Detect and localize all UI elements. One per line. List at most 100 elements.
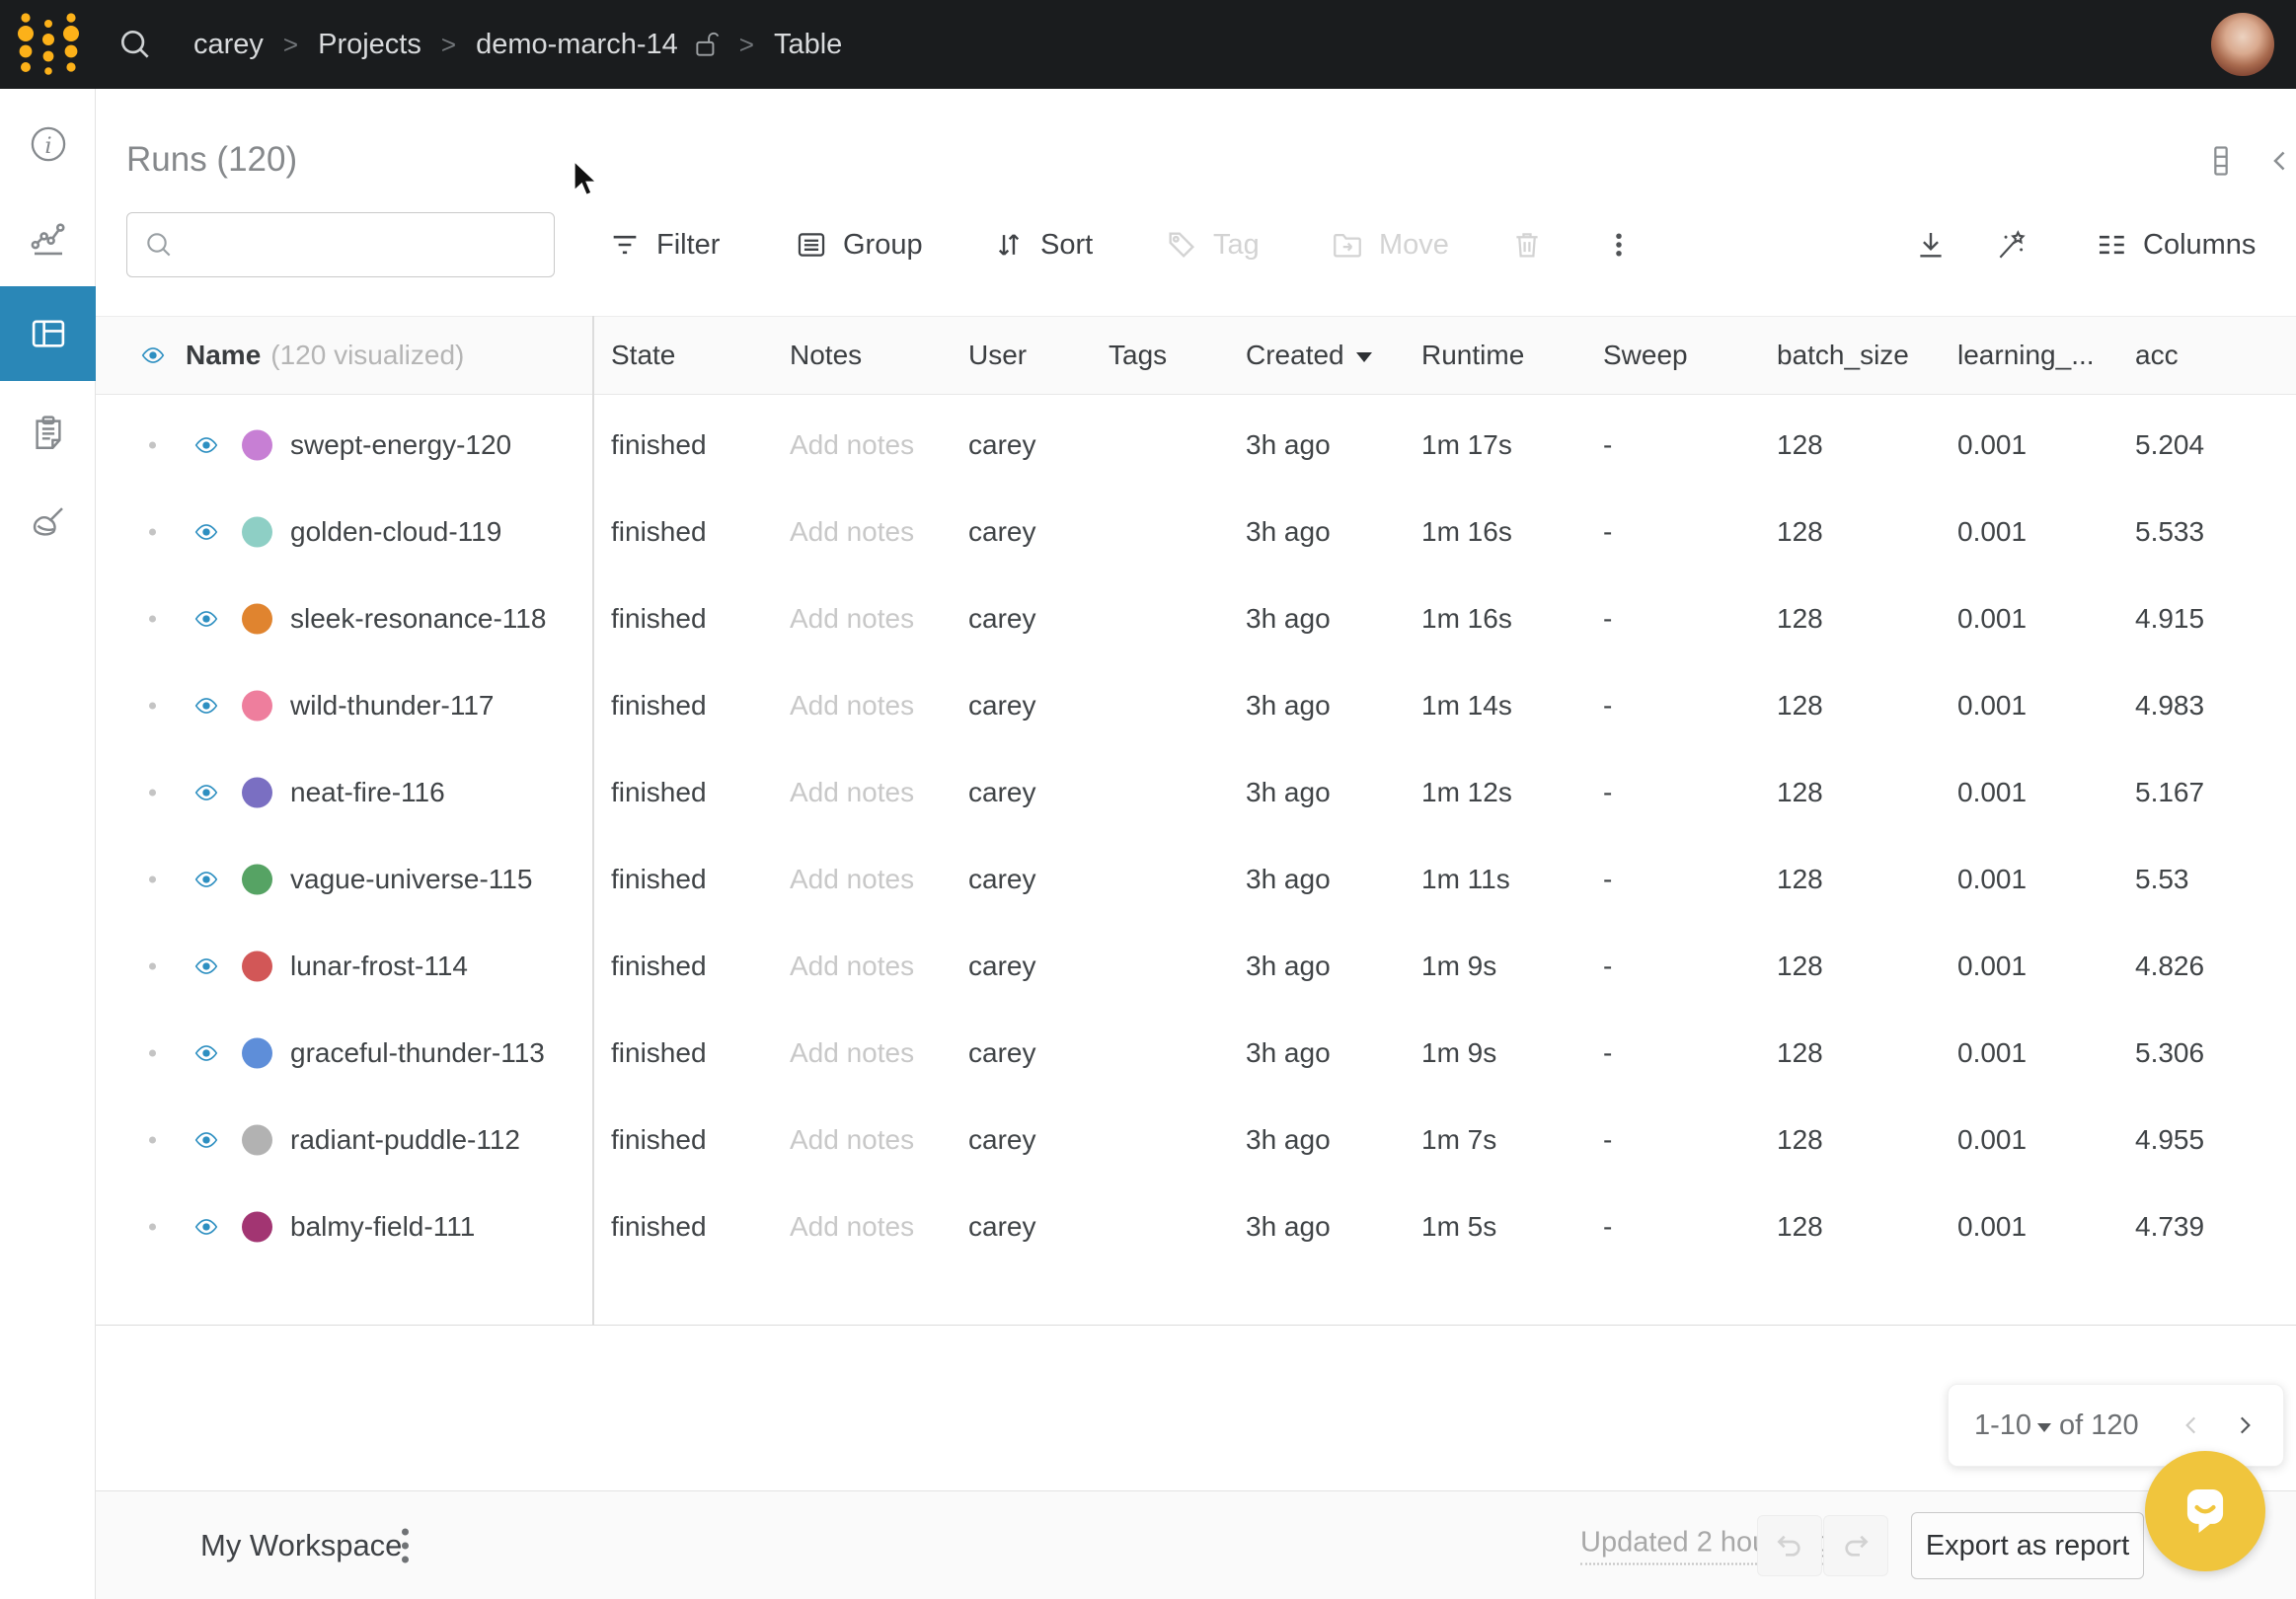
- breadcrumb-project-name[interactable]: demo-march-14: [476, 29, 678, 61]
- column-header-runtime[interactable]: Runtime: [1421, 340, 1524, 371]
- more-actions-button[interactable]: [1604, 228, 1634, 262]
- breadcrumb-page[interactable]: Table: [774, 29, 842, 61]
- row-drag-handle[interactable]: [149, 616, 156, 623]
- run-name-link[interactable]: radiant-puddle-112: [290, 1124, 520, 1156]
- run-color-dot[interactable]: [242, 1212, 272, 1243]
- run-name-link[interactable]: vague-universe-115: [290, 864, 532, 895]
- column-header-name[interactable]: Name(120 visualized): [186, 340, 464, 371]
- breadcrumb-projects[interactable]: Projects: [318, 29, 421, 61]
- run-notes-placeholder[interactable]: Add notes: [790, 1037, 914, 1069]
- run-color-dot[interactable]: [242, 778, 272, 808]
- undo-button[interactable]: [1757, 1515, 1822, 1576]
- run-notes-placeholder[interactable]: Add notes: [790, 429, 914, 461]
- redo-button[interactable]: [1823, 1515, 1888, 1576]
- row-visibility-eye-icon[interactable]: [190, 1127, 223, 1153]
- run-color-dot[interactable]: [242, 691, 272, 722]
- chat-support-button[interactable]: [2145, 1451, 2265, 1571]
- collapse-panel-icon[interactable]: [2263, 144, 2296, 178]
- run-notes-placeholder[interactable]: Add notes: [790, 1211, 914, 1243]
- row-visibility-eye-icon[interactable]: [190, 693, 223, 719]
- row-drag-handle[interactable]: [149, 963, 156, 970]
- filter-button[interactable]: Filter: [608, 228, 720, 262]
- column-header-user[interactable]: User: [968, 340, 1027, 371]
- row-drag-handle[interactable]: [149, 876, 156, 883]
- run-notes-placeholder[interactable]: Add notes: [790, 603, 914, 635]
- row-visibility-eye-icon[interactable]: [190, 1040, 223, 1066]
- run-notes-placeholder[interactable]: Add notes: [790, 1124, 914, 1156]
- row-visibility-eye-icon[interactable]: [190, 867, 223, 892]
- run-name-link[interactable]: graceful-thunder-113: [290, 1037, 545, 1069]
- magic-wand-button[interactable]: [1994, 228, 2028, 262]
- row-visibility-eye-icon[interactable]: [190, 519, 223, 545]
- column-header-learning-rate[interactable]: learning_...: [1957, 340, 2095, 371]
- run-color-dot[interactable]: [242, 604, 272, 635]
- run-color-dot[interactable]: [242, 865, 272, 895]
- user-avatar[interactable]: [2211, 13, 2274, 76]
- column-header-sweep[interactable]: Sweep: [1603, 340, 1688, 371]
- column-header-state[interactable]: State: [611, 340, 675, 371]
- global-search-icon[interactable]: [116, 26, 154, 63]
- runs-search-input[interactable]: [187, 214, 548, 275]
- sort-button[interactable]: Sort: [992, 228, 1093, 262]
- run-name-link[interactable]: wild-thunder-117: [290, 690, 495, 722]
- move-button[interactable]: Move: [1331, 228, 1449, 262]
- run-name-link[interactable]: neat-fire-116: [290, 777, 445, 808]
- row-visibility-eye-icon[interactable]: [190, 432, 223, 458]
- sidebar-item-reports[interactable]: [0, 385, 96, 480]
- column-header-acc[interactable]: acc: [2135, 340, 2179, 371]
- row-visibility-eye-icon[interactable]: [190, 953, 223, 979]
- run-name-link[interactable]: swept-energy-120: [290, 429, 511, 461]
- run-notes-placeholder[interactable]: Add notes: [790, 951, 914, 982]
- sidebar-item-workspace[interactable]: [0, 191, 96, 286]
- row-drag-handle[interactable]: [149, 442, 156, 449]
- run-color-dot[interactable]: [242, 430, 272, 461]
- delete-button[interactable]: [1510, 228, 1544, 262]
- run-notes-placeholder[interactable]: Add notes: [790, 516, 914, 548]
- run-color-dot[interactable]: [242, 517, 272, 548]
- run-name-link[interactable]: balmy-field-111: [290, 1211, 475, 1243]
- tag-button[interactable]: Tag: [1165, 228, 1260, 262]
- row-drag-handle[interactable]: [149, 1050, 156, 1057]
- run-name-link[interactable]: sleek-resonance-118: [290, 603, 546, 635]
- export-as-report-button[interactable]: Export as report: [1911, 1512, 2144, 1579]
- breadcrumb-entity[interactable]: carey: [193, 29, 264, 61]
- column-header-created[interactable]: Created: [1246, 340, 1372, 371]
- run-name-link[interactable]: golden-cloud-119: [290, 516, 501, 548]
- run-color-dot[interactable]: [242, 952, 272, 982]
- name-column-divider[interactable]: [592, 316, 594, 1326]
- visibility-all-eye-icon[interactable]: [136, 343, 170, 368]
- column-header-notes[interactable]: Notes: [790, 340, 862, 371]
- row-drag-handle[interactable]: [149, 1137, 156, 1144]
- sidebar-item-runs-table[interactable]: [0, 286, 96, 381]
- workspace-name[interactable]: My Workspace: [200, 1528, 402, 1563]
- download-button[interactable]: [1914, 228, 1948, 262]
- column-header-tags[interactable]: Tags: [1109, 340, 1167, 371]
- row-drag-handle[interactable]: [149, 703, 156, 710]
- page-range-selector[interactable]: 1-10: [1974, 1409, 2031, 1442]
- row-visibility-eye-icon[interactable]: [190, 606, 223, 632]
- wandb-logo-icon[interactable]: [16, 9, 81, 80]
- run-user: carey: [968, 690, 1035, 722]
- next-page-icon[interactable]: [2232, 1412, 2258, 1438]
- panel-layout-icon[interactable]: [2204, 144, 2238, 178]
- row-drag-handle[interactable]: [149, 529, 156, 536]
- run-notes-placeholder[interactable]: Add notes: [790, 777, 914, 808]
- sidebar-item-sweeps[interactable]: [0, 476, 96, 571]
- sidebar-item-overview[interactable]: i: [0, 97, 96, 191]
- run-acc: 4.983: [2135, 690, 2204, 722]
- workspace-menu-icon[interactable]: [402, 1528, 409, 1562]
- run-notes-placeholder[interactable]: Add notes: [790, 864, 914, 895]
- columns-button[interactable]: Columns: [2095, 228, 2256, 262]
- previous-page-icon[interactable]: [2179, 1412, 2204, 1438]
- run-color-dot[interactable]: [242, 1125, 272, 1156]
- run-notes-placeholder[interactable]: Add notes: [790, 690, 914, 722]
- group-button[interactable]: Group: [795, 228, 923, 262]
- run-color-dot[interactable]: [242, 1038, 272, 1069]
- column-header-batch-size[interactable]: batch_size: [1777, 340, 1909, 371]
- row-drag-handle[interactable]: [149, 790, 156, 797]
- row-drag-handle[interactable]: [149, 1224, 156, 1231]
- run-runtime: 1m 7s: [1421, 1124, 1496, 1156]
- run-name-link[interactable]: lunar-frost-114: [290, 951, 468, 982]
- row-visibility-eye-icon[interactable]: [190, 1214, 223, 1240]
- row-visibility-eye-icon[interactable]: [190, 780, 223, 805]
